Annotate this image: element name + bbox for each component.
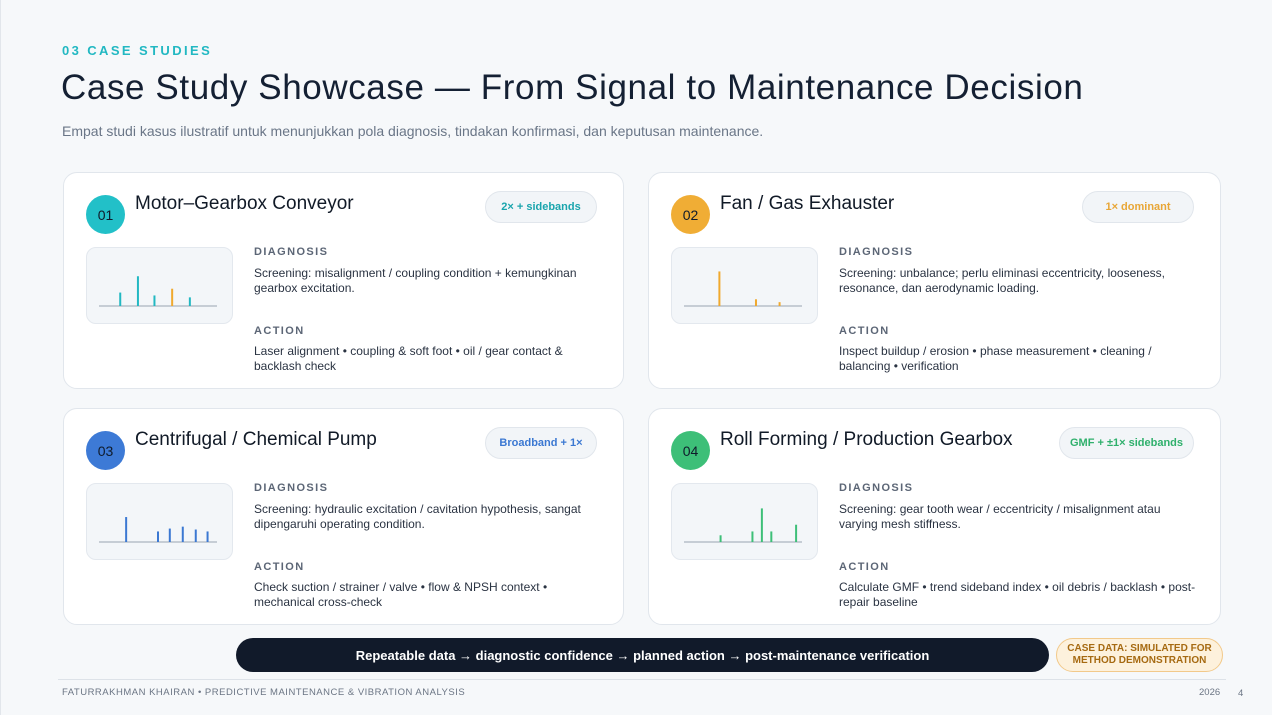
- signature-tag: 2× + sidebands: [485, 191, 597, 223]
- case-number-badge: 01: [86, 195, 125, 234]
- diagnosis-label: DIAGNOSIS: [839, 246, 914, 258]
- case-card-conveyor: 01 Motor–Gearbox Conveyor 2× + sidebands…: [63, 172, 624, 389]
- case-card-gearbox: 04 Roll Forming / Production Gearbox GMF…: [648, 408, 1221, 625]
- case-card-pump: 03 Centrifugal / Chemical Pump Broadband…: [63, 408, 624, 625]
- case-number-badge: 03: [86, 431, 125, 470]
- page-subtitle: Empat studi kasus ilustratif untuk menun…: [62, 123, 764, 139]
- action-label: ACTION: [839, 561, 890, 573]
- diagnosis-text: Screening: unbalance; perlu eliminasi ec…: [839, 266, 1165, 295]
- action-label: ACTION: [839, 325, 890, 337]
- action-label: ACTION: [254, 325, 305, 337]
- footer-divider: [58, 679, 1226, 680]
- case-number-badge: 02: [671, 195, 710, 234]
- action-text: Laser alignment • coupling & soft foot •…: [254, 344, 563, 373]
- action-text: Inspect buildup / erosion • phase measur…: [839, 344, 1152, 373]
- spectrum-chart: [684, 508, 802, 543]
- case-number-badge: 04: [671, 431, 710, 470]
- diagnosis-label: DIAGNOSIS: [839, 482, 914, 494]
- spectrum-thumbnail: [86, 247, 233, 324]
- signature-tag: 1× dominant: [1082, 191, 1194, 223]
- page-edge: [0, 0, 1, 715]
- footer-year: 2026: [1199, 687, 1221, 698]
- case-title: Fan / Gas Exhauster: [720, 193, 895, 214]
- spectrum-chart: [99, 276, 217, 307]
- case-title: Roll Forming / Production Gearbox: [720, 429, 1013, 450]
- spectrum-thumbnail: [86, 483, 233, 560]
- case-title: Centrifugal / Chemical Pump: [135, 429, 377, 450]
- signature-tag: GMF + ±1× sidebands: [1058, 427, 1194, 459]
- action-text: Calculate GMF • trend sideband index • o…: [839, 580, 1196, 609]
- page-number: 4: [1238, 688, 1244, 699]
- workflow-banner: Repeatable data → diagnostic confidence …: [236, 638, 1049, 672]
- diagnosis-text: Screening: hydraulic excitation / cavita…: [254, 502, 581, 531]
- signature-tag: Broadband + 1×: [485, 427, 597, 459]
- case-title: Motor–Gearbox Conveyor: [135, 193, 354, 214]
- diagnosis-text: Screening: gear tooth wear / eccentricit…: [839, 502, 1161, 531]
- diagnosis-label: DIAGNOSIS: [254, 246, 329, 258]
- page-title: Case Study Showcase — From Signal to Mai…: [61, 68, 1084, 107]
- action-text: Check suction / strainer / valve • flow …: [254, 580, 548, 609]
- spectrum-chart: [99, 517, 217, 543]
- case-card-fan: 02 Fan / Gas Exhauster 1× dominant DIAGN…: [648, 172, 1221, 389]
- spectrum-chart: [684, 271, 802, 307]
- diagnosis-label: DIAGNOSIS: [254, 482, 329, 494]
- spectrum-thumbnail: [671, 483, 818, 560]
- simulated-data-badge: CASE DATA: SIMULATED FOR METHOD DEMONSTR…: [1056, 638, 1223, 672]
- footer-author: FATURRAKHMAN KHAIRAN • PREDICTIVE MAINTE…: [62, 687, 466, 698]
- diagnosis-text: Screening: misalignment / coupling condi…: [254, 266, 577, 295]
- section-label: 03 CASE STUDIES: [62, 43, 213, 58]
- action-label: ACTION: [254, 561, 305, 573]
- spectrum-thumbnail: [671, 247, 818, 324]
